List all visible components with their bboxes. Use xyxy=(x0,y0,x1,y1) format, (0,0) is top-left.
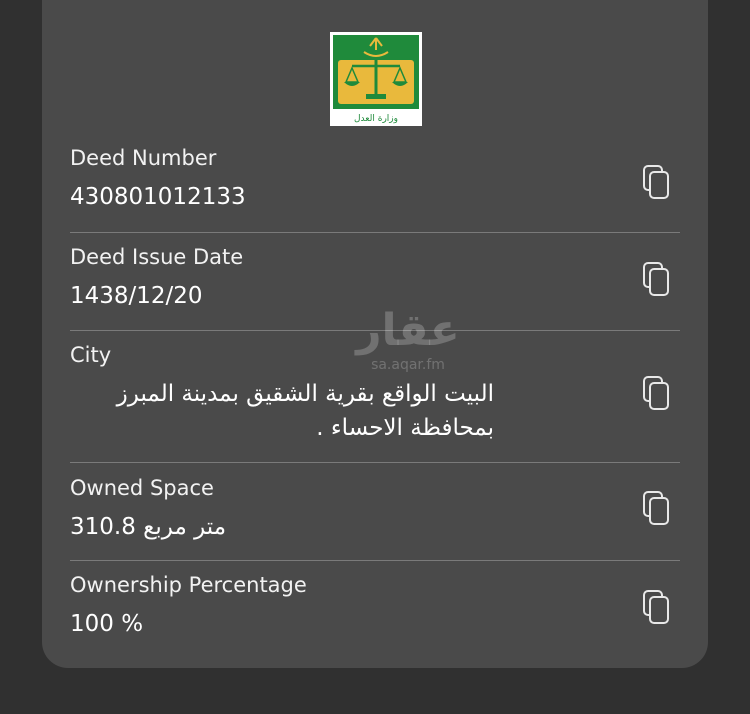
field-label: Deed Issue Date xyxy=(70,245,244,269)
divider xyxy=(70,462,680,463)
field-deed-number: Deed Number 430801012133 xyxy=(70,146,680,226)
copy-icon[interactable] xyxy=(642,375,672,411)
field-value: 100 % xyxy=(70,611,144,637)
field-value: 310.8 متر مربع xyxy=(70,514,227,540)
field-label: Deed Number xyxy=(70,146,217,170)
ministry-of-justice-logo: وزارة العدل xyxy=(330,32,422,126)
deed-details-card: وزارة العدل Deed Number 430801012133 Dee… xyxy=(42,0,708,668)
field-deed-issue-date: Deed Issue Date 1438/12/20 xyxy=(70,245,680,325)
copy-icon[interactable] xyxy=(642,490,672,526)
field-label: Ownership Percentage xyxy=(70,573,307,597)
copy-icon[interactable] xyxy=(642,164,672,200)
divider xyxy=(70,232,680,233)
field-owned-space: Owned Space 310.8 متر مربع xyxy=(70,476,680,556)
field-value: البيت الواقع بقرية الشقيق بمدينة المبرز … xyxy=(116,381,494,441)
divider xyxy=(70,560,680,561)
divider xyxy=(70,330,680,331)
field-label: City xyxy=(70,343,112,367)
field-value: 430801012133 xyxy=(70,184,246,210)
field-city: City البيت الواقع بقرية الشقيق بمدينة ال… xyxy=(70,343,680,455)
svg-text:وزارة العدل: وزارة العدل xyxy=(354,114,398,124)
field-value: 1438/12/20 xyxy=(70,283,203,309)
field-label: Owned Space xyxy=(70,476,214,500)
field-ownership-percentage: Ownership Percentage 100 % xyxy=(70,573,680,653)
copy-icon[interactable] xyxy=(642,589,672,625)
copy-icon[interactable] xyxy=(642,261,672,297)
